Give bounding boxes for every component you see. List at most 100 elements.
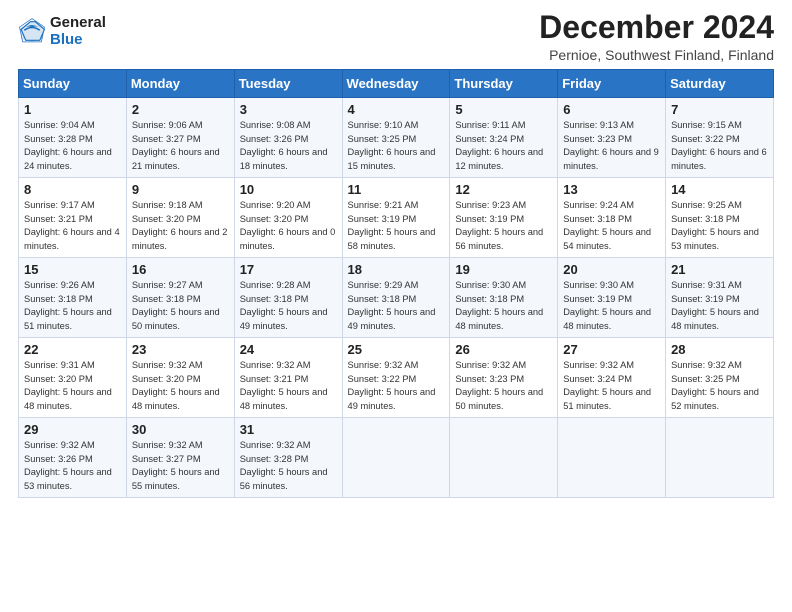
col-friday: Friday [558, 70, 666, 98]
day-detail: Sunrise: 9:30 AMSunset: 3:18 PMDaylight:… [455, 280, 543, 330]
day-number: 4 [348, 102, 445, 117]
calendar-cell [342, 418, 450, 498]
calendar-cell: 9 Sunrise: 9:18 AMSunset: 3:20 PMDaylight… [126, 178, 234, 258]
day-detail: Sunrise: 9:32 AMSunset: 3:23 PMDaylight:… [455, 360, 543, 410]
calendar-cell: 4 Sunrise: 9:10 AMSunset: 3:25 PMDaylight… [342, 98, 450, 178]
calendar-week-2: 15Sunrise: 9:26 AMSunset: 3:18 PMDayligh… [19, 258, 774, 338]
day-detail: Sunrise: 9:18 AMSunset: 3:20 PMDaylight:… [132, 200, 228, 250]
col-thursday: Thursday [450, 70, 558, 98]
day-number: 9 [132, 182, 229, 197]
title-block: December 2024 Pernioe, Southwest Finland… [539, 10, 774, 63]
calendar-cell: 31Sunrise: 9:32 AMSunset: 3:28 PMDayligh… [234, 418, 342, 498]
col-saturday: Saturday [666, 70, 774, 98]
calendar-table: Sunday Monday Tuesday Wednesday Thursday… [18, 69, 774, 498]
calendar-cell: 1 Sunrise: 9:04 AMSunset: 3:28 PMDaylight… [19, 98, 127, 178]
day-number: 25 [348, 342, 445, 357]
day-detail: Sunrise: 9:24 AMSunset: 3:18 PMDaylight:… [563, 200, 651, 250]
calendar-cell: 30 Sunrise: 9:32 AMSunset: 3:27 PMDayligh… [126, 418, 234, 498]
calendar-cell: 19 Sunrise: 9:30 AMSunset: 3:18 PMDayligh… [450, 258, 558, 338]
day-detail: Sunrise: 9:27 AMSunset: 3:18 PMDaylight:… [132, 280, 220, 330]
calendar-cell: 17Sunrise: 9:28 AMSunset: 3:18 PMDayligh… [234, 258, 342, 338]
day-number: 22 [24, 342, 121, 357]
calendar-cell: 20 Sunrise: 9:30 AMSunset: 3:19 PMDayligh… [558, 258, 666, 338]
day-detail: Sunrise: 9:08 AMSunset: 3:26 PMDaylight:… [240, 120, 328, 170]
day-number: 11 [348, 182, 445, 197]
calendar-cell: 23Sunrise: 9:32 AMSunset: 3:20 PMDayligh… [126, 338, 234, 418]
day-detail: Sunrise: 9:32 AMSunset: 3:21 PMDaylight:… [240, 360, 328, 410]
calendar-cell: 14 Sunrise: 9:25 AMSunset: 3:18 PMDayligh… [666, 178, 774, 258]
day-number: 6 [563, 102, 660, 117]
day-detail: Sunrise: 9:31 AMSunset: 3:19 PMDaylight:… [671, 280, 759, 330]
calendar-cell: 5 Sunrise: 9:11 AMSunset: 3:24 PMDaylight… [450, 98, 558, 178]
day-detail: Sunrise: 9:32 AMSunset: 3:28 PMDaylight:… [240, 440, 328, 490]
main-title: December 2024 [539, 10, 774, 45]
day-number: 14 [671, 182, 768, 197]
day-detail: Sunrise: 9:21 AMSunset: 3:19 PMDaylight:… [348, 200, 436, 250]
logo-text: General Blue [50, 14, 106, 49]
logo-general: General [50, 14, 106, 31]
day-number: 3 [240, 102, 337, 117]
col-monday: Monday [126, 70, 234, 98]
subtitle: Pernioe, Southwest Finland, Finland [539, 47, 774, 63]
calendar-cell: 25 Sunrise: 9:32 AMSunset: 3:22 PMDayligh… [342, 338, 450, 418]
day-detail: Sunrise: 9:11 AMSunset: 3:24 PMDaylight:… [455, 120, 543, 170]
day-number: 10 [240, 182, 337, 197]
day-detail: Sunrise: 9:17 AMSunset: 3:21 PMDaylight:… [24, 200, 120, 250]
day-detail: Sunrise: 9:32 AMSunset: 3:25 PMDaylight:… [671, 360, 759, 410]
calendar-cell: 7 Sunrise: 9:15 AMSunset: 3:22 PMDaylight… [666, 98, 774, 178]
day-detail: Sunrise: 9:32 AMSunset: 3:20 PMDaylight:… [132, 360, 220, 410]
day-detail: Sunrise: 9:04 AMSunset: 3:28 PMDaylight:… [24, 120, 112, 170]
header-row: Sunday Monday Tuesday Wednesday Thursday… [19, 70, 774, 98]
day-detail: Sunrise: 9:32 AMSunset: 3:27 PMDaylight:… [132, 440, 220, 490]
day-number: 13 [563, 182, 660, 197]
calendar-cell: 12Sunrise: 9:23 AMSunset: 3:19 PMDayligh… [450, 178, 558, 258]
header: General Blue December 2024 Pernioe, Sout… [18, 10, 774, 63]
calendar-body: 1 Sunrise: 9:04 AMSunset: 3:28 PMDaylight… [19, 98, 774, 498]
calendar-cell: 10Sunrise: 9:20 AMSunset: 3:20 PMDayligh… [234, 178, 342, 258]
calendar-cell: 13 Sunrise: 9:24 AMSunset: 3:18 PMDayligh… [558, 178, 666, 258]
day-detail: Sunrise: 9:10 AMSunset: 3:25 PMDaylight:… [348, 120, 436, 170]
calendar-cell: 21 Sunrise: 9:31 AMSunset: 3:19 PMDayligh… [666, 258, 774, 338]
calendar-cell: 15Sunrise: 9:26 AMSunset: 3:18 PMDayligh… [19, 258, 127, 338]
day-number: 2 [132, 102, 229, 117]
calendar-cell: 27Sunrise: 9:32 AMSunset: 3:24 PMDayligh… [558, 338, 666, 418]
day-number: 19 [455, 262, 552, 277]
col-tuesday: Tuesday [234, 70, 342, 98]
day-detail: Sunrise: 9:15 AMSunset: 3:22 PMDaylight:… [671, 120, 767, 170]
day-number: 5 [455, 102, 552, 117]
day-detail: Sunrise: 9:32 AMSunset: 3:24 PMDaylight:… [563, 360, 651, 410]
calendar-cell: 18Sunrise: 9:29 AMSunset: 3:18 PMDayligh… [342, 258, 450, 338]
day-number: 16 [132, 262, 229, 277]
calendar-cell: 6 Sunrise: 9:13 AMSunset: 3:23 PMDaylight… [558, 98, 666, 178]
day-number: 7 [671, 102, 768, 117]
calendar-week-4: 29 Sunrise: 9:32 AMSunset: 3:26 PMDayligh… [19, 418, 774, 498]
calendar-cell: 11 Sunrise: 9:21 AMSunset: 3:19 PMDayligh… [342, 178, 450, 258]
calendar-header: Sunday Monday Tuesday Wednesday Thursday… [19, 70, 774, 98]
day-detail: Sunrise: 9:31 AMSunset: 3:20 PMDaylight:… [24, 360, 112, 410]
day-detail: Sunrise: 9:13 AMSunset: 3:23 PMDaylight:… [563, 120, 659, 170]
calendar-cell [450, 418, 558, 498]
day-number: 21 [671, 262, 768, 277]
day-detail: Sunrise: 9:25 AMSunset: 3:18 PMDaylight:… [671, 200, 759, 250]
calendar-cell: 16 Sunrise: 9:27 AMSunset: 3:18 PMDayligh… [126, 258, 234, 338]
day-number: 20 [563, 262, 660, 277]
logo-icon [18, 17, 46, 45]
logo-blue: Blue [50, 31, 83, 48]
day-detail: Sunrise: 9:30 AMSunset: 3:19 PMDaylight:… [563, 280, 651, 330]
col-wednesday: Wednesday [342, 70, 450, 98]
calendar-cell: 2Sunrise: 9:06 AMSunset: 3:27 PMDaylight… [126, 98, 234, 178]
day-detail: Sunrise: 9:32 AMSunset: 3:26 PMDaylight:… [24, 440, 112, 490]
day-number: 28 [671, 342, 768, 357]
col-sunday: Sunday [19, 70, 127, 98]
day-number: 26 [455, 342, 552, 357]
day-number: 30 [132, 422, 229, 437]
calendar-week-1: 8Sunrise: 9:17 AMSunset: 3:21 PMDaylight… [19, 178, 774, 258]
calendar-cell: 24Sunrise: 9:32 AMSunset: 3:21 PMDayligh… [234, 338, 342, 418]
page: General Blue December 2024 Pernioe, Sout… [0, 0, 792, 612]
day-number: 29 [24, 422, 121, 437]
calendar-cell [558, 418, 666, 498]
day-number: 1 [24, 102, 121, 117]
calendar-week-0: 1 Sunrise: 9:04 AMSunset: 3:28 PMDaylight… [19, 98, 774, 178]
day-detail: Sunrise: 9:32 AMSunset: 3:22 PMDaylight:… [348, 360, 436, 410]
calendar-cell [666, 418, 774, 498]
